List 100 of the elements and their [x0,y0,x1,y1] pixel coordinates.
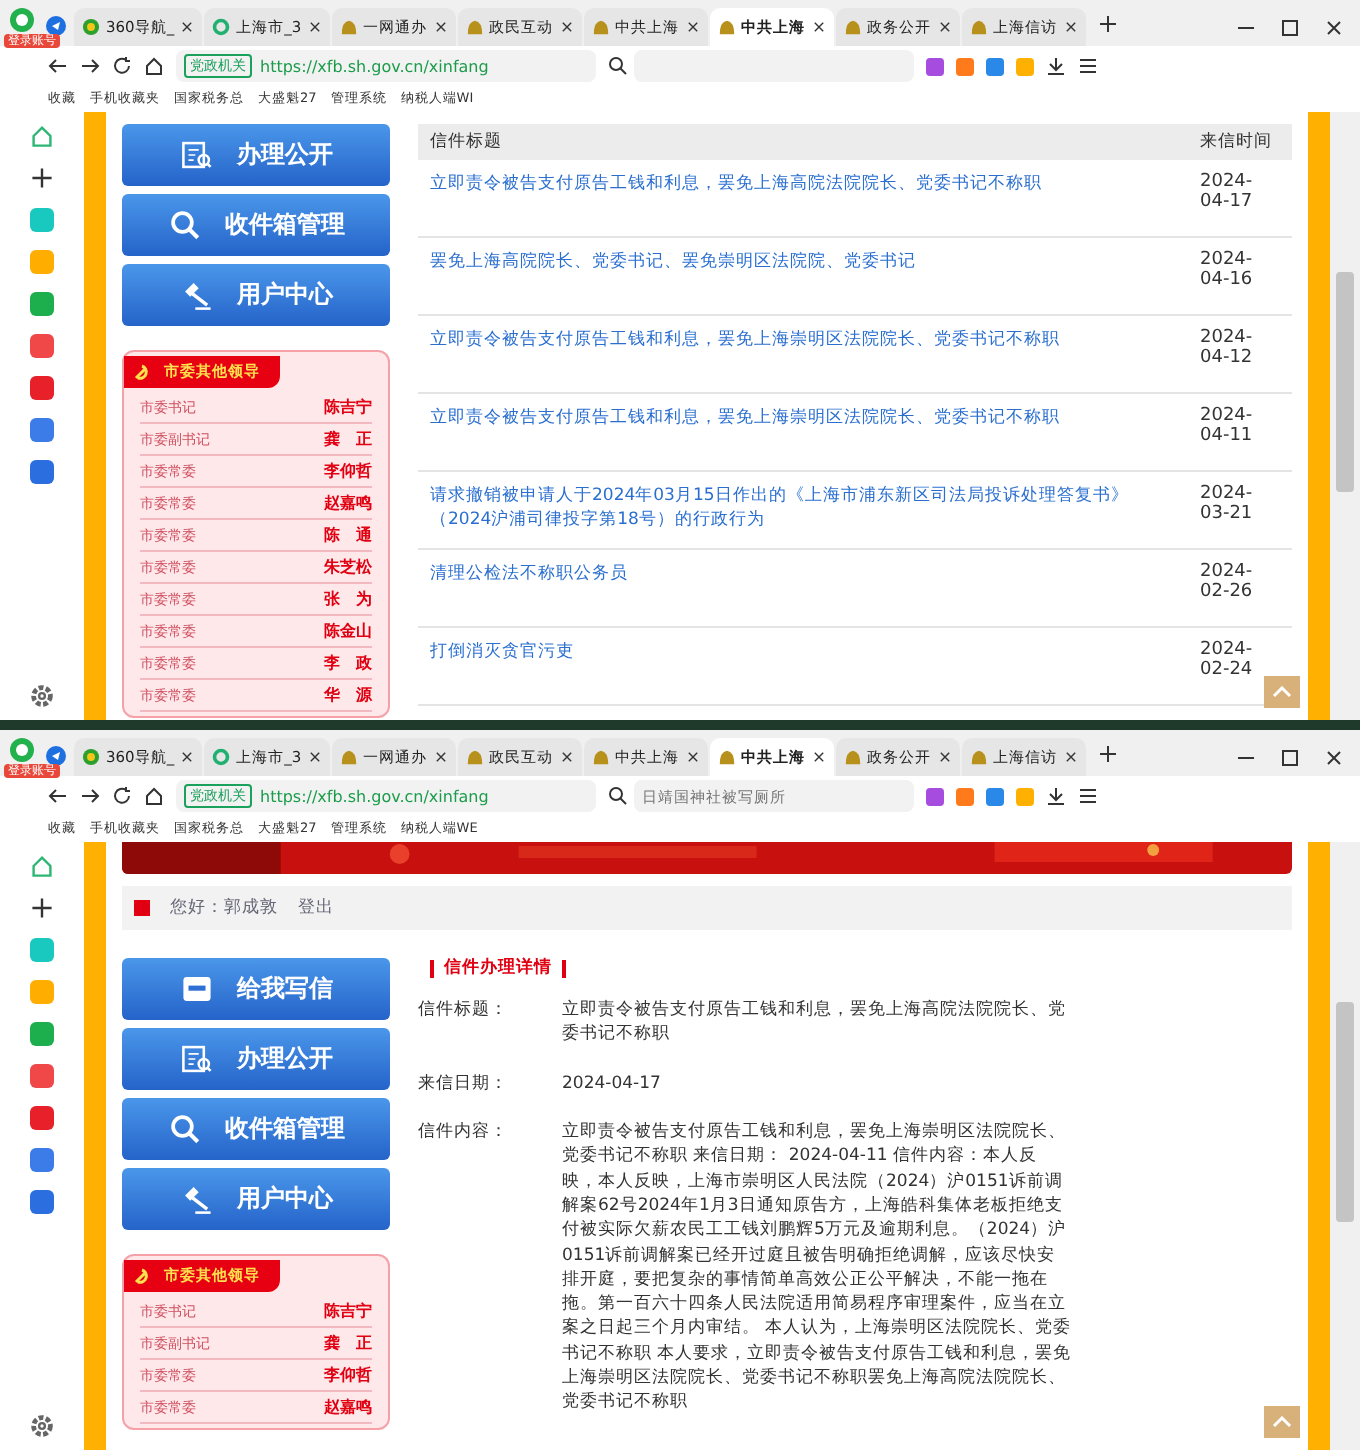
ring-icon [212,748,231,766]
close-icon[interactable] [685,750,700,764]
close-icon[interactable] [559,20,574,34]
leader-name[interactable]: 赵嘉鸣 [324,1396,372,1418]
leader-name[interactable]: 陈吉宁 [324,1300,372,1322]
app-icon[interactable] [30,1106,54,1130]
leader-name[interactable]: 朱芝松 [324,556,372,578]
reload-icon[interactable] [112,786,132,806]
logout-link[interactable]: 登出 [298,896,334,920]
maximize-icon[interactable] [1280,17,1300,37]
close-icon[interactable] [180,750,195,764]
reload-icon[interactable] [112,56,132,76]
letter-link[interactable]: 请求撤销被申请人于2024年03月15日作出的《上海市浦东新区司法局投诉处理答复书》（2024沪浦司律投字第18号）的行政行为 [430,484,1176,532]
browser-logo-icon[interactable] [8,736,36,764]
app-icon[interactable] [30,334,54,358]
new-tab-icon[interactable] [1097,744,1118,764]
letter-date: 2024-04-12 [1200,328,1255,368]
field-label: 信件内容： [418,1119,510,1146]
letter-link[interactable]: 打倒消灭贪官污吏 [430,640,1176,664]
back-icon[interactable] [48,786,68,806]
settings-icon[interactable] [30,1414,54,1438]
app-icon[interactable] [30,460,54,484]
app-icon[interactable] [30,292,54,316]
nav-button[interactable]: 用户中心 [122,1168,390,1230]
close-icon[interactable] [307,20,322,34]
search-icon[interactable] [608,56,628,76]
letter-link[interactable]: 立即责令被告支付原告工钱和利息，罢免上海崇明区法院院长、党委书记不称职 [430,406,1176,430]
letter-link[interactable]: 立即责令被告支付原告工钱和利息，罢免上海崇明区法院院长、党委书记不称职 [430,328,1176,352]
close-icon[interactable] [1324,747,1344,767]
close-icon[interactable] [559,750,574,764]
app-icon[interactable] [30,1148,54,1172]
close-icon[interactable] [811,750,826,764]
close-icon[interactable] [1063,20,1078,34]
forward-icon[interactable] [80,786,100,806]
search-icon[interactable] [608,786,628,806]
close-icon[interactable] [180,20,195,34]
send-icon[interactable] [46,16,66,36]
gavel-icon [179,278,213,312]
menu-icon[interactable] [1078,786,1098,806]
nav-button[interactable]: 办理公开 [122,124,390,186]
browser-logo-icon[interactable] [8,6,36,34]
app-icon[interactable] [30,376,54,400]
app-icon[interactable] [30,1022,54,1046]
menu-icon[interactable] [1078,56,1098,76]
new-tab-icon[interactable] [1097,14,1118,34]
letter-link[interactable]: 清理公检法不称职公务员 [430,562,1176,586]
greeting-text: 您好：郭成敦 [170,896,278,920]
nav-button[interactable]: 办理公开 [122,1028,390,1090]
nav-button[interactable]: 给我写信 [122,958,390,1020]
leader-name[interactable]: 华 源 [324,684,372,706]
close-icon[interactable] [811,20,826,34]
download-icon[interactable] [1046,786,1066,806]
letter-date: 2024-02-24 [1200,640,1255,680]
home-icon[interactable] [144,786,164,806]
scrollbar-thumb[interactable] [1336,272,1354,492]
letter-date: 2024-03-21 [1200,484,1255,524]
close-icon[interactable] [1063,750,1078,764]
leader-name[interactable]: 张 为 [324,588,372,610]
letter-link[interactable]: 立即责令被告支付原告工钱和利息，罢免上海高院法院院长、党委书记不称职 [430,172,1176,196]
leader-name[interactable]: 龚 正 [324,1332,372,1354]
field-label: 信件标题： [418,998,510,1024]
maximize-icon[interactable] [1280,747,1300,767]
leader-name[interactable]: 龚 正 [324,428,372,450]
send-icon[interactable] [46,746,66,766]
close-icon[interactable] [685,20,700,34]
letter-link[interactable]: 罢免上海高院院长、党委书记、罢免崇明区法院院、党委书记 [430,250,1176,274]
app-icon[interactable] [30,1064,54,1088]
leader-name[interactable]: 陈金山 [324,620,372,642]
close-icon[interactable] [433,750,448,764]
settings-icon[interactable] [30,684,54,708]
add-icon[interactable] [30,896,54,920]
home-icon[interactable] [144,56,164,76]
leader-name[interactable]: 李仰哲 [324,460,372,482]
back-icon[interactable] [48,56,68,76]
scrollbar-thumb[interactable] [1336,1002,1354,1222]
nav-button[interactable]: 收件箱管理 [122,1098,390,1160]
leader-name[interactable]: 李 政 [324,652,372,674]
forward-icon[interactable] [80,56,100,76]
close-icon[interactable] [937,750,952,764]
leader-name[interactable]: 陈吉宁 [324,396,372,418]
close-icon[interactable] [1324,17,1344,37]
leader-name[interactable]: 赵嘉鸣 [324,492,372,514]
nav-button[interactable]: 用户中心 [122,264,390,326]
nav-button[interactable]: 收件箱管理 [122,194,390,256]
search-icon [167,1112,201,1146]
download-icon[interactable] [1046,56,1066,76]
emblem-icon [969,18,988,36]
app-icon[interactable] [30,418,54,442]
search-icon [167,208,201,242]
section-heading: 信件办理详情 [430,960,566,978]
add-icon[interactable] [30,166,54,190]
app-icon[interactable] [30,1190,54,1214]
leader-name[interactable]: 陈 通 [324,524,372,546]
field-value: 2024-04-17 [562,1071,661,1096]
emblem-icon [843,748,862,766]
close-icon[interactable] [937,20,952,34]
close-icon[interactable] [433,20,448,34]
close-icon[interactable] [307,750,322,764]
leader-name[interactable]: 李仰哲 [324,1364,372,1386]
emblem-icon [465,748,484,766]
